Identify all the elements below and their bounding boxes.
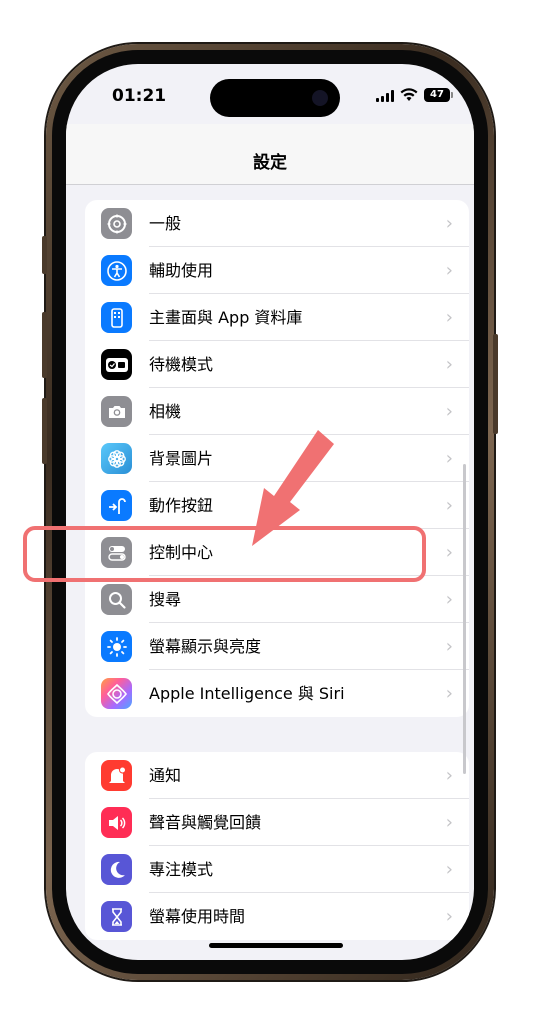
annotation-arrow [252,430,334,546]
